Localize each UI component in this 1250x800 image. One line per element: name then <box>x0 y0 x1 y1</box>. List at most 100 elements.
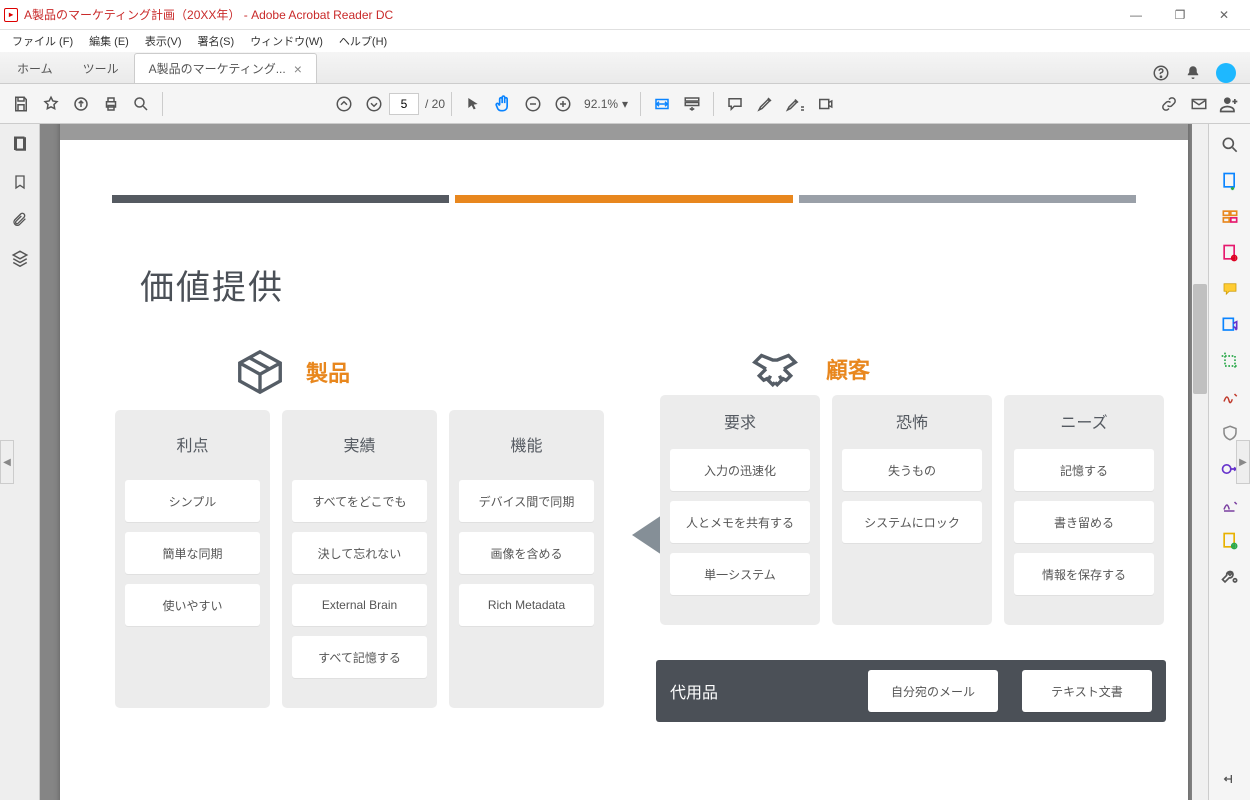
card: 書き留める <box>1014 501 1154 543</box>
tab-bar: ホーム ツール A製品のマーケティング... × <box>0 52 1250 84</box>
expand-panel-icon[interactable] <box>1219 768 1241 790</box>
crop-icon[interactable] <box>1219 350 1241 372</box>
arrow-icon <box>632 515 662 555</box>
tab-close-icon[interactable]: × <box>294 61 302 77</box>
email-icon[interactable] <box>1184 89 1214 119</box>
card: External Brain <box>292 584 427 626</box>
thumbnails-icon[interactable] <box>10 134 30 154</box>
edit-pdf-icon[interactable] <box>1219 242 1241 264</box>
search-icon[interactable] <box>126 89 156 119</box>
search-tool-icon[interactable] <box>1219 134 1241 156</box>
help-icon[interactable] <box>1152 64 1170 82</box>
avatar[interactable] <box>1216 63 1236 83</box>
page-up-icon[interactable] <box>329 89 359 119</box>
tab-document-label: A製品のマーケティング... <box>149 60 286 77</box>
product-label: 製品 <box>306 356 350 388</box>
hand-icon[interactable] <box>488 89 518 119</box>
cloud-up-icon[interactable] <box>66 89 96 119</box>
menu-view[interactable]: 表示(V) <box>137 31 190 51</box>
zoom-dropdown[interactable]: 92.1%▾ <box>578 97 634 111</box>
convert-icon[interactable] <box>1219 530 1241 552</box>
card: 簡単な同期 <box>125 532 260 574</box>
card: 記憶する <box>1014 449 1154 491</box>
pen-text-icon[interactable] <box>780 89 810 119</box>
save-icon[interactable] <box>6 89 36 119</box>
collapse-left-icon[interactable]: ◀ <box>0 440 14 484</box>
card: 人とメモを共有する <box>670 501 810 543</box>
page-view-icon[interactable] <box>677 89 707 119</box>
col-title: 要求 <box>724 409 756 433</box>
card: すべてをどこでも <box>292 480 427 522</box>
page-input[interactable] <box>389 93 419 115</box>
layers-icon[interactable] <box>10 248 30 268</box>
card: 単一システム <box>670 553 810 595</box>
card: テキスト文書 <box>1022 670 1152 712</box>
col-title: 実績 <box>343 432 375 456</box>
col-title: 恐怖 <box>896 409 928 433</box>
add-user-icon[interactable] <box>1214 89 1244 119</box>
menu-edit[interactable]: 編集 (E) <box>81 31 137 51</box>
export-pdf-icon[interactable] <box>1219 170 1241 192</box>
pdf-icon: ▸ <box>4 8 18 22</box>
select-icon[interactable] <box>458 89 488 119</box>
card: 入力の迅速化 <box>670 449 810 491</box>
card: 決して忘れない <box>292 532 427 574</box>
page-indicator: / 20 <box>389 93 445 115</box>
card: システムにロック <box>842 501 982 543</box>
fill-sign-icon[interactable] <box>1219 494 1241 516</box>
highlight-icon[interactable] <box>750 89 780 119</box>
divider-stripe <box>112 195 1136 203</box>
tab-home[interactable]: ホーム <box>2 53 68 83</box>
page-total: / 20 <box>425 97 445 111</box>
minimize-button[interactable]: — <box>1114 0 1158 30</box>
card: シンプル <box>125 480 260 522</box>
stamp-icon[interactable] <box>810 89 840 119</box>
card: Rich Metadata <box>459 584 594 626</box>
zoom-in-icon[interactable] <box>548 89 578 119</box>
page-down-icon[interactable] <box>359 89 389 119</box>
card: すべて記憶する <box>292 636 427 678</box>
sign-tool-icon[interactable] <box>1219 386 1241 408</box>
col-title: 機能 <box>510 432 542 456</box>
tab-tools[interactable]: ツール <box>68 53 134 83</box>
menu-window[interactable]: ウィンドウ(W) <box>242 31 331 51</box>
slide-title: 価値提供 <box>140 260 284 309</box>
zoom-out-icon[interactable] <box>518 89 548 119</box>
card: 自分宛のメール <box>868 670 998 712</box>
menubar: ファイル (F) 編集 (E) 表示(V) 署名(S) ウィンドウ(W) ヘルプ… <box>0 30 1250 52</box>
document-canvas[interactable]: 価値提供 製品 顧客 利点 シンプル 簡単な同期 使いやすい 実績 すべてをどこ… <box>40 124 1208 800</box>
customer-columns: 要求 入力の迅速化 人とメモを共有する 単一システム 恐怖 失うもの システムに… <box>660 395 1164 625</box>
maximize-button[interactable]: ❐ <box>1158 0 1202 30</box>
product-heading: 製品 <box>230 345 350 399</box>
scrollbar[interactable] <box>1192 124 1208 800</box>
substitute-box: 代用品 自分宛のメール テキスト文書 <box>656 660 1166 722</box>
star-icon[interactable] <box>36 89 66 119</box>
tab-document[interactable]: A製品のマーケティング... × <box>134 53 317 83</box>
card: 失うもの <box>842 449 982 491</box>
toolbar: / 20 92.1%▾ <box>0 84 1250 124</box>
substitute-label: 代用品 <box>670 679 718 703</box>
bookmark-icon[interactable] <box>10 172 30 192</box>
customer-heading: 顧客 <box>740 342 870 396</box>
titlebar: ▸ A製品のマーケティング計画（20XX年） - Adobe Acrobat R… <box>0 0 1250 30</box>
close-button[interactable]: ✕ <box>1202 0 1246 30</box>
menu-sign[interactable]: 署名(S) <box>190 31 243 51</box>
col-title: ニーズ <box>1060 409 1107 433</box>
fit-width-icon[interactable] <box>647 89 677 119</box>
product-columns: 利点 シンプル 簡単な同期 使いやすい 実績 すべてをどこでも 決して忘れない … <box>115 410 604 708</box>
print-icon[interactable] <box>96 89 126 119</box>
card: 使いやすい <box>125 584 260 626</box>
card: 情報を保存する <box>1014 553 1154 595</box>
bell-icon[interactable] <box>1184 64 1202 82</box>
menu-file[interactable]: ファイル (F) <box>4 31 81 51</box>
collapse-right-icon[interactable]: ▶ <box>1236 440 1250 484</box>
main-area: ◀ 価値提供 製品 顧客 利点 シンプル 簡単な同期 使いやすい 実績 <box>0 124 1250 800</box>
organize-icon[interactable] <box>1219 314 1241 336</box>
comment-tool-icon[interactable] <box>1219 278 1241 300</box>
attachment-icon[interactable] <box>10 210 30 230</box>
comment-icon[interactable] <box>720 89 750 119</box>
share-link-icon[interactable] <box>1154 89 1184 119</box>
more-tools-icon[interactable] <box>1219 566 1241 588</box>
menu-help[interactable]: ヘルプ(H) <box>331 31 395 51</box>
create-pdf-icon[interactable] <box>1219 206 1241 228</box>
